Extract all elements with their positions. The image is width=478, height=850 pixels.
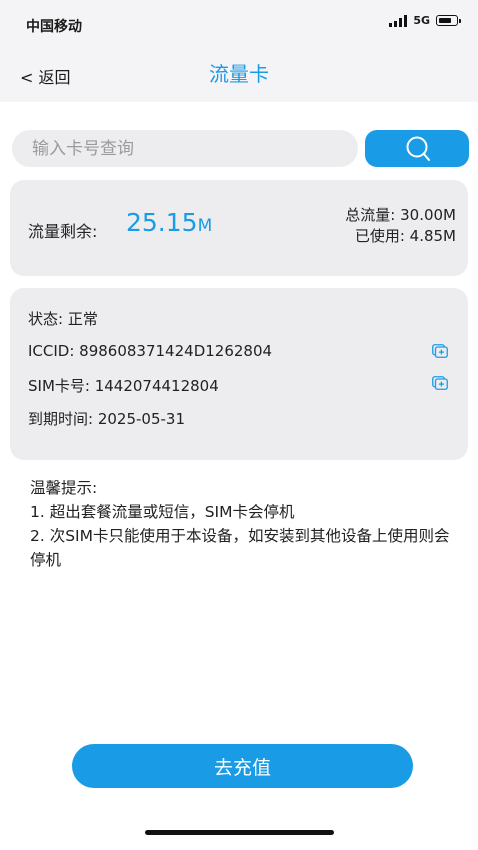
page-title: 流量卡 (209, 62, 269, 86)
card-status: 状态: 正常 (28, 310, 98, 328)
status-indicators: 5G (389, 14, 461, 27)
total-flow: 总流量: 30.00M (345, 206, 456, 224)
recharge-button[interactable]: 去充值 (72, 744, 413, 788)
copy-icon[interactable] (432, 344, 448, 358)
tip-item: 1. 超出套餐流量或短信，SIM卡会停机 (30, 503, 295, 521)
sim-number: SIM卡号: 1442074412804 (28, 377, 219, 395)
tips-title: 温馨提示: (30, 479, 98, 497)
remaining-value: 25.15M (126, 208, 212, 237)
remaining-unit: M (197, 216, 213, 236)
expiry-date: 到期时间: 2025-05-31 (28, 410, 185, 428)
iccid-value: ICCID: 898608371424D1262804 (28, 342, 273, 360)
copy-icon[interactable] (432, 376, 448, 390)
tips-section: 温馨提示: 1. 超出套餐流量或短信，SIM卡会停机 2. 次SIM卡只能使用于… (30, 476, 450, 572)
flow-totals: 总流量: 30.00M 已使用: 4.85M (345, 205, 456, 247)
status-bar: 中国移动 5G (0, 0, 478, 46)
home-indicator (145, 830, 334, 835)
remaining-label: 流量剩余: (28, 222, 98, 241)
battery-icon (436, 15, 461, 26)
screen: 中国移动 5G < 返回 流量卡 流量剩余: 25.15M 总流量: 30.00… (0, 0, 478, 850)
card-info: 状态: 正常 ICCID: 898608371424D1262804 SIM卡号… (10, 288, 468, 460)
signal-icon (389, 14, 408, 27)
used-flow: 已使用: 4.85M (354, 227, 456, 245)
flow-card: 流量剩余: 25.15M 总流量: 30.00M 已使用: 4.85M (10, 180, 468, 276)
header-area: 中国移动 5G < 返回 流量卡 (0, 0, 478, 102)
search-input[interactable] (12, 130, 358, 167)
remaining-number: 25.15 (126, 208, 198, 237)
tip-item: 2. 次SIM卡只能使用于本设备，如安装到其他设备上使用则会停机 (30, 527, 450, 569)
carrier-label: 中国移动 (26, 19, 82, 35)
network-label: 5G (413, 14, 430, 27)
search-icon (406, 136, 430, 161)
search-button[interactable] (365, 130, 469, 167)
